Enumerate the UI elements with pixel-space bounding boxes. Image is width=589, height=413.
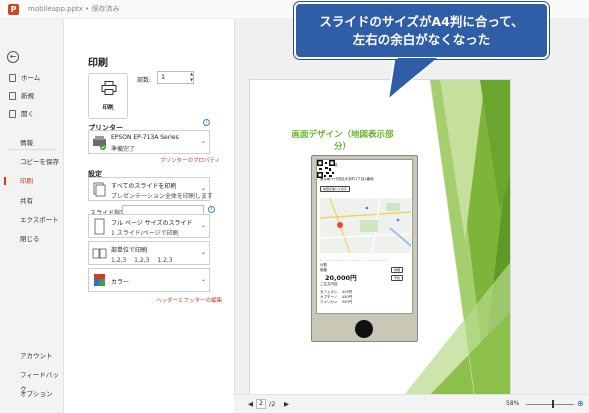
callout-line1: スライドのサイズがA4判に合って、	[319, 14, 524, 29]
powerpoint-backstage-print: P mobileapp.pptx • 保存済み ← ホーム 新規 開く 情報 コ…	[0, 0, 589, 413]
callout-line2: 左右の余白がなくなった	[352, 32, 491, 47]
callout-tail	[386, 54, 443, 103]
annotation-callout: スライドのサイズがA4判に合って、 左右の余白がなくなった	[294, 2, 549, 59]
